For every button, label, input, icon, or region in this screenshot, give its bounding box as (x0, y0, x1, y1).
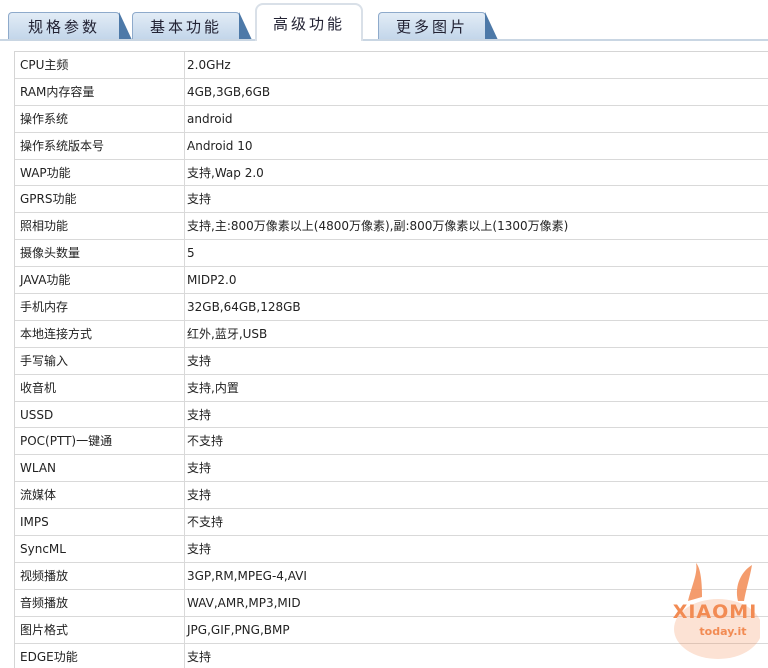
spec-label: 操作系统 (15, 105, 185, 132)
spec-label: SyncML (15, 536, 185, 562)
spec-row: 收音机 支持,内置 (15, 374, 768, 402)
spec-label: 摄像头数量 (15, 240, 185, 267)
spec-row: WAP功能 支持,Wap 2.0 (15, 159, 768, 187)
spec-value: android (187, 111, 233, 126)
spec-value: 4GB,3GB,6GB (187, 84, 271, 99)
spec-label: 手写输入 (15, 347, 185, 374)
spec-value: Android 10 (187, 138, 253, 153)
spec-row: RAM内存容量 4GB,3GB,6GB (15, 78, 768, 106)
spec-value: 支持 (187, 461, 212, 476)
spec-row: 照相功能 支持,主:800万像素以上(4800万像素),副:800万像素以上(13… (15, 213, 768, 241)
tab-divider (0, 39, 768, 41)
spec-label: 流媒体 (15, 482, 185, 509)
spec-label: IMPS (15, 509, 185, 536)
spec-value: 支持,内置 (187, 380, 239, 395)
spec-label: 收音机 (15, 374, 185, 401)
watermark-site: today.it (699, 625, 747, 638)
tab-basic-features[interactable]: 基本功能 (132, 12, 252, 40)
spec-value: 支持,Wap 2.0 (187, 165, 264, 180)
spec-label: WAP功能 (15, 159, 185, 186)
spec-label: GPRS功能 (15, 186, 185, 213)
spec-value: 2.0GHz (187, 58, 231, 72)
spec-row: 操作系统 android (15, 105, 768, 133)
spec-value: 不支持 (187, 515, 224, 530)
spec-value: MIDP2.0 (187, 273, 237, 288)
spec-label: 音频播放 (15, 589, 185, 616)
spec-label: USSD (15, 401, 185, 428)
spec-value: 支持 (187, 407, 212, 422)
spec-row: 摄像头数量 5 (15, 240, 768, 268)
spec-label: 操作系统版本号 (15, 132, 185, 159)
spec-row: 流媒体 支持 (15, 482, 768, 510)
tab-advanced-features[interactable]: 高级功能 (255, 3, 363, 41)
spec-row: POC(PTT)一键通 不支持 (15, 428, 768, 456)
spec-row: CPU主频 2.0GHz (15, 52, 768, 79)
spec-row: IMPS 不支持 (15, 509, 768, 537)
spec-label: 视频播放 (15, 562, 185, 589)
spec-label: EDGE功能 (15, 643, 185, 668)
spec-row: JAVA功能 MIDP2.0 (15, 267, 768, 295)
spec-row: 本地连接方式 红外,蓝牙,USB (15, 320, 768, 348)
spec-label: JAVA功能 (15, 267, 185, 294)
tab-more-pictures[interactable]: 更多图片 (378, 12, 498, 40)
spec-row: 手写输入 支持 (15, 347, 768, 375)
spec-label: 图片格式 (15, 616, 185, 643)
spec-row: USSD 支持 (15, 401, 768, 429)
spec-value: 5 (187, 246, 195, 261)
xiaomi-today-watermark: XIAOMI today.it (652, 557, 762, 661)
spec-row: GPRS功能 支持 (15, 186, 768, 214)
spec-row: 手机内存 32GB,64GB,128GB (15, 294, 768, 321)
watermark-brand: XIAOMI (672, 601, 758, 623)
spec-value: 不支持 (187, 434, 224, 449)
spec-row: 操作系统版本号 Android 10 (15, 132, 768, 160)
spec-label: CPU主频 (15, 52, 185, 78)
spec-label: 照相功能 (15, 213, 185, 240)
spec-value: 32GB,64GB,128GB (187, 300, 301, 315)
spec-label: WLAN (15, 455, 185, 482)
tab-specifications[interactable]: 规格参数 (8, 12, 132, 40)
tab-bar: 规格参数 基本功能 高级功能 更多图片 (0, 0, 768, 42)
spec-row: WLAN 支持 (15, 455, 768, 483)
spec-label: 本地连接方式 (15, 320, 185, 347)
spec-value: 支持,主:800万像素以上(4800万像素),副:800万像素以上(1300万像… (187, 219, 569, 234)
spec-value: 支持 (187, 192, 212, 207)
spec-value: 红外,蓝牙,USB (187, 326, 268, 341)
spec-value: 支持 (187, 353, 212, 368)
spec-label: 手机内存 (15, 294, 185, 320)
spec-label: POC(PTT)一键通 (15, 428, 185, 455)
spec-value: 支持 (187, 488, 212, 503)
spec-label: RAM内存容量 (15, 78, 185, 105)
